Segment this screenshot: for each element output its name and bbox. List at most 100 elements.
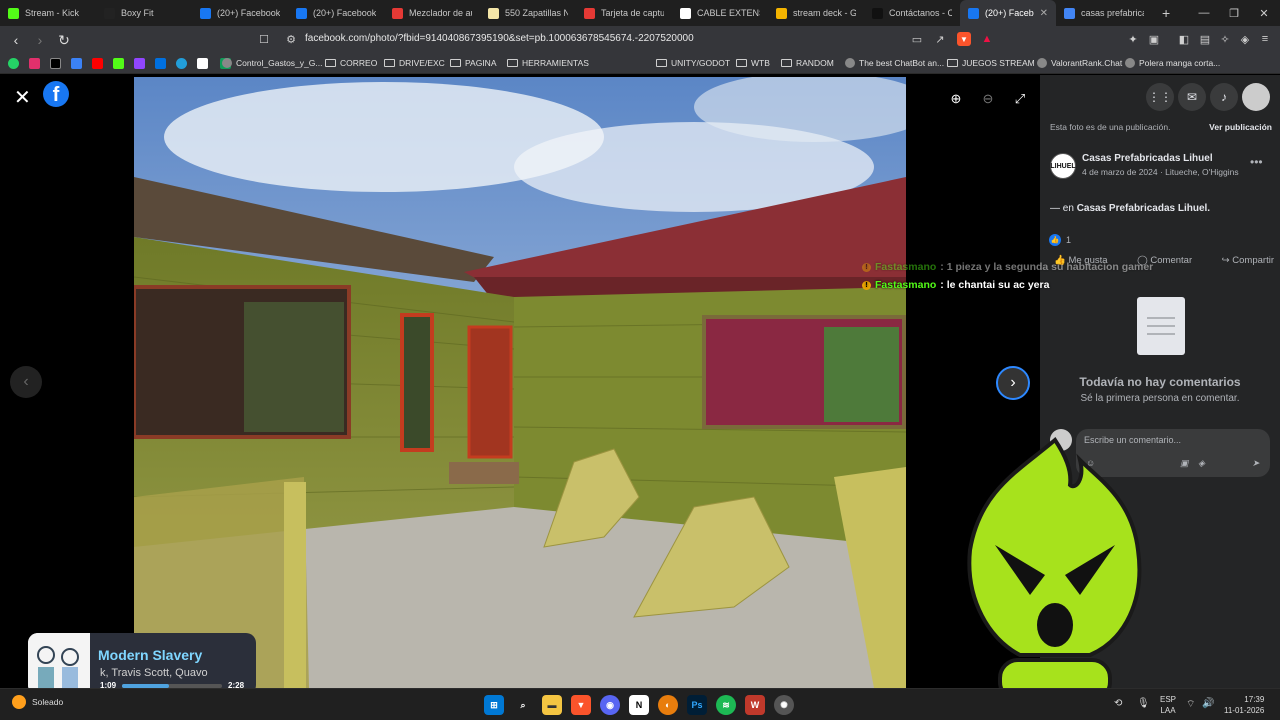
- new-tab-button[interactable]: +: [1152, 5, 1180, 21]
- previous-photo-button[interactable]: ‹: [10, 366, 42, 398]
- browser-tab[interactable]: Mezclador de au: [384, 0, 480, 26]
- share-button[interactable]: ↪ Compartir: [1222, 255, 1274, 266]
- bookmark-site-icon[interactable]: [71, 58, 82, 69]
- notifications-icon[interactable]: ♪: [1210, 83, 1238, 111]
- instagram-icon[interactable]: [29, 58, 40, 69]
- x-icon[interactable]: [50, 58, 61, 69]
- whatsapp-icon[interactable]: [8, 58, 19, 69]
- file-explorer-icon[interactable]: ▬: [542, 695, 562, 715]
- sidebar-icon[interactable]: ◧: [1177, 32, 1191, 46]
- tab-title: (20+) Facebook: [313, 8, 376, 18]
- bookmark-item[interactable]: Control_Gastos_y_G...: [222, 58, 322, 68]
- twitch-icon[interactable]: [134, 58, 145, 69]
- cast-icon[interactable]: ▭: [910, 32, 924, 46]
- forward-icon[interactable]: ›: [30, 30, 50, 50]
- facebook-logo-icon[interactable]: f: [43, 81, 69, 107]
- youtube-icon[interactable]: [92, 58, 103, 69]
- messenger-icon[interactable]: ✉: [1178, 83, 1206, 111]
- reload-icon[interactable]: ↻: [54, 30, 74, 50]
- notion-icon[interactable]: N: [629, 695, 649, 715]
- fullscreen-icon[interactable]: ⤢: [1009, 88, 1031, 110]
- bookmark-item[interactable]: HERRAMIENTAS: [507, 58, 589, 68]
- back-icon[interactable]: ‹: [6, 30, 26, 50]
- bookmark-item[interactable]: CORREO: [325, 58, 377, 68]
- bookmark-item[interactable]: RANDOM: [781, 58, 834, 68]
- browser-tab[interactable]: 550 Zapatillas Ne: [480, 0, 576, 26]
- extensions-icon[interactable]: ✦: [1126, 32, 1140, 46]
- photoshop-icon[interactable]: Ps: [687, 695, 707, 715]
- bookmark-icon[interactable]: ☐: [257, 32, 271, 46]
- reaction-summary[interactable]: 👍 1: [1049, 234, 1071, 246]
- network-icon[interactable]: ⟲: [1114, 698, 1122, 709]
- volume-icon[interactable]: 🔊: [1202, 698, 1214, 709]
- brave-shields-icon[interactable]: ▼: [957, 32, 971, 46]
- site-info-icon[interactable]: ⚙: [284, 32, 298, 46]
- language-indicator[interactable]: ESP LAA: [1160, 694, 1176, 716]
- paypal-icon[interactable]: [155, 58, 166, 69]
- zoom-out-icon[interactable]: ⊖: [977, 88, 999, 110]
- vpn-icon[interactable]: ◈: [1238, 32, 1252, 46]
- spotify-icon[interactable]: ≋: [716, 695, 736, 715]
- browser-tab[interactable]: stream deck - Go: [768, 0, 864, 26]
- minimize-button[interactable]: —: [1188, 0, 1220, 26]
- browser-tab[interactable]: CABLE EXTENSIO: [672, 0, 768, 26]
- maximize-button[interactable]: ❐: [1218, 0, 1250, 26]
- telegram-icon[interactable]: [176, 58, 187, 69]
- bookmark-item[interactable]: UNITY/GODOT: [656, 58, 730, 68]
- bookmark-label: ValorantRank.Chat: [1051, 58, 1123, 68]
- leo-icon[interactable]: ✧: [1218, 32, 1232, 46]
- bookmark-item[interactable]: Polera manga corta...: [1125, 58, 1220, 68]
- menu-grid-icon[interactable]: ⋮⋮: [1146, 83, 1174, 111]
- browser-tab[interactable]: (20+) Facebo ✕: [960, 0, 1056, 26]
- browser-tab[interactable]: Contáctanos - Ca: [864, 0, 960, 26]
- weather-widget[interactable]: Soleado: [12, 695, 63, 709]
- sticker-icon[interactable]: ◈: [1198, 458, 1205, 469]
- chat-text: : 1 pieza y la segunda su habitacion gam…: [940, 261, 1154, 273]
- now-playing-widget[interactable]: Modern Slavery k, Travis Scott, Quavo 1:…: [28, 633, 256, 695]
- clock[interactable]: 17:39 11-01-2026: [1224, 694, 1264, 716]
- browser-tab[interactable]: Boxy Fit: [96, 0, 192, 26]
- wifi-icon[interactable]: ⌔: [1186, 698, 1195, 711]
- browser-tab[interactable]: (20+) Facebook: [288, 0, 384, 26]
- bookmark-item[interactable]: JUEGOS STREAM: [947, 58, 1035, 68]
- account-avatar[interactable]: [1242, 83, 1270, 111]
- search-icon[interactable]: ⌕: [513, 695, 533, 715]
- page-avatar[interactable]: LIHUEL: [1050, 153, 1076, 179]
- tab-close-icon[interactable]: ✕: [1040, 8, 1048, 19]
- close-icon[interactable]: ✕: [14, 85, 31, 110]
- close-window-button[interactable]: ✕: [1248, 0, 1280, 26]
- blender-icon[interactable]: ◐: [658, 695, 678, 715]
- bookmark-item[interactable]: PAGINA: [450, 58, 497, 68]
- browser-tab[interactable]: Tarjeta de captur: [576, 0, 672, 26]
- app-icon[interactable]: W: [745, 695, 765, 715]
- gmail-icon[interactable]: [197, 58, 208, 69]
- zoom-in-icon[interactable]: ⊕: [945, 88, 967, 110]
- app-icon-2[interactable]: ✺: [774, 695, 794, 715]
- send-icon[interactable]: ➤: [1252, 458, 1260, 469]
- kick-icon[interactable]: [113, 58, 124, 69]
- browser-tab[interactable]: casas prefabricad: [1056, 0, 1152, 26]
- page-name[interactable]: Casas Prefabricadas Lihuel: [1082, 153, 1213, 164]
- view-publication-link[interactable]: Ver publicación: [1209, 122, 1272, 132]
- menu-icon[interactable]: ≡: [1258, 32, 1272, 46]
- share-icon[interactable]: ↗: [933, 32, 947, 46]
- bookmark-item[interactable]: The best ChatBot an...: [845, 58, 944, 68]
- url-field[interactable]: facebook.com/photo/?fbid=914040867395190…: [305, 33, 694, 44]
- wallet-icon[interactable]: ▤: [1198, 32, 1212, 46]
- bookmark-item[interactable]: DRIVE/EXC: [384, 58, 445, 68]
- tab-search-icon[interactable]: ▣: [1147, 32, 1161, 46]
- brave-browser-icon[interactable]: ▼: [571, 695, 591, 715]
- brave-rewards-icon[interactable]: ▲: [980, 32, 994, 46]
- next-photo-button[interactable]: ›: [996, 366, 1030, 400]
- browser-tab[interactable]: (20+) Facebook M: [192, 0, 288, 26]
- more-options-icon[interactable]: •••: [1250, 155, 1263, 169]
- mic-icon[interactable]: 🎙: [1137, 698, 1150, 709]
- caption-page-link[interactable]: Casas Prefabricadas Lihuel.: [1077, 203, 1210, 214]
- bookmark-item[interactable]: WTB: [736, 58, 770, 68]
- discord-icon[interactable]: ◉: [600, 695, 620, 715]
- start-icon[interactable]: ⊞: [484, 695, 504, 715]
- bookmark-item[interactable]: ValorantRank.Chat: [1037, 58, 1122, 68]
- browser-tab[interactable]: Stream - Kick: [0, 0, 96, 26]
- bookmark-label: CORREO: [340, 58, 378, 68]
- gif-icon[interactable]: ▣: [1180, 458, 1189, 469]
